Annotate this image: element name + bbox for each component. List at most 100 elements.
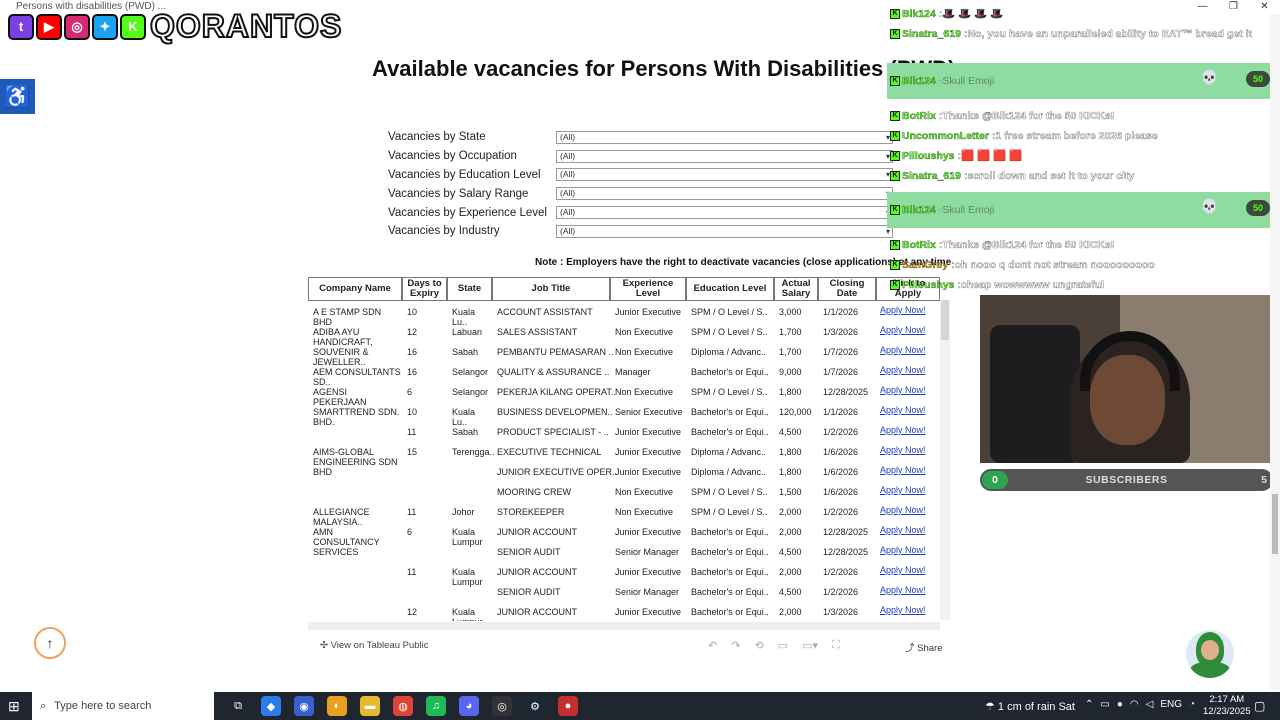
instagram-icon[interactable]: ◎ [64, 13, 90, 40]
chat-username[interactable]: Pilloushys [902, 149, 955, 161]
apply-now-link[interactable]: Apply Now! [880, 405, 926, 415]
table-cell-salary: 1,800 [779, 447, 802, 457]
chat-username[interactable]: Pilloushys [902, 278, 955, 290]
industry-select[interactable]: (All) ▾ [556, 224, 893, 238]
column-header[interactable]: Actual Salary [774, 277, 818, 301]
taskbar-clock[interactable]: 2:17 AM 12/23/2025 [1203, 694, 1251, 718]
discord-icon[interactable]: ◕ [459, 696, 479, 716]
twitch-icon[interactable]: t [8, 13, 34, 40]
column-header[interactable]: Job Title [492, 277, 610, 301]
table-horizontal-scrollbar[interactable] [308, 622, 940, 630]
chat-username[interactable]: SamGrey [902, 258, 948, 270]
steam-icon[interactable]: ⚙ [525, 696, 545, 716]
chat-username[interactable]: Sinatra_619 [902, 27, 961, 39]
education-select[interactable]: (All) ▾ [556, 168, 893, 182]
share-button[interactable]: ⤴ Share [905, 640, 943, 654]
spotify-icon[interactable]: ♫ [426, 696, 446, 716]
scrollbar-thumb[interactable] [941, 300, 949, 340]
pause-icon[interactable]: ▭ [778, 639, 788, 652]
filter-experience: Vacancies by Experience Level (All)▾ [388, 203, 893, 222]
table-cell-date: 1/7/2026 [823, 347, 859, 357]
table-cell-date: 1/6/2026 [823, 487, 859, 497]
page-scrollbar[interactable] [1270, 14, 1280, 690]
apply-now-link[interactable]: Apply Now! [880, 505, 926, 515]
battery-icon[interactable]: ▭ [1100, 699, 1109, 710]
apply-now-link[interactable]: Apply Now! [880, 445, 926, 455]
chrome-icon[interactable]: ◐ [327, 696, 347, 716]
apply-now-link[interactable]: Apply Now! [880, 345, 926, 355]
notification-icon[interactable]: ▢ [1254, 699, 1265, 713]
table-cell-edu: Bachelor's or Equi.. [691, 367, 769, 377]
device-layout-icon[interactable]: ▭▾ [802, 639, 818, 652]
weather-widget[interactable]: ☂ 1 cm of rain Sat [985, 700, 1075, 713]
taskbar-search[interactable]: ⌕ Type here to search [32, 692, 214, 720]
mic-icon[interactable]: ● [1117, 699, 1123, 710]
table-cell-exp: Junior Executive [615, 427, 682, 437]
apply-now-link[interactable]: Apply Now! [880, 565, 926, 575]
table-cell-edu: Bachelor's or Equi.. [691, 427, 769, 437]
apply-now-link[interactable]: Apply Now! [880, 485, 926, 495]
revert-icon[interactable]: ⟲ [754, 639, 763, 652]
table-cell-company: AIMS-GLOBAL ENGINEERING SDN BHD [313, 447, 398, 477]
salary-select[interactable]: (All)▾ [556, 187, 893, 201]
kick-icon[interactable]: K [120, 13, 146, 40]
apply-now-link[interactable]: Apply Now! [880, 465, 926, 475]
apply-now-link[interactable]: Apply Now! [880, 365, 926, 375]
chat-username[interactable]: Blk124 [902, 7, 936, 19]
table-cell-job: STOREKEEPER [497, 507, 565, 517]
column-header[interactable]: State [447, 277, 492, 301]
filter-label: Vacancies by State [388, 131, 486, 144]
language-indicator[interactable]: ENG [1160, 699, 1182, 710]
file-explorer-icon[interactable]: ▬ [360, 696, 380, 716]
apply-now-link[interactable]: Apply Now! [880, 585, 926, 595]
chat-username[interactable]: Blk124 [902, 75, 936, 87]
accessibility-button[interactable]: ♿ [0, 79, 35, 114]
page-scrollbar-thumb[interactable] [1272, 494, 1278, 554]
state-select[interactable]: (All) ▾ [556, 130, 893, 144]
table-cell-date: 1/3/2026 [823, 327, 859, 337]
assistant-avatar[interactable] [1186, 630, 1234, 678]
twitter-icon[interactable]: ✦ [92, 13, 118, 40]
view-on-tableau-link[interactable]: ✣ View on Tableau Public [320, 640, 429, 651]
chrome-icon[interactable]: ◍ [393, 696, 413, 716]
task-view-icon[interactable]: ⧉ [228, 696, 248, 716]
chat-username[interactable]: Blk124 [902, 204, 936, 216]
app-icon[interactable]: ◉ [294, 696, 314, 716]
column-header[interactable]: Company Name [308, 277, 402, 301]
chat-username[interactable]: BotRix [902, 238, 936, 250]
apply-now-link[interactable]: Apply Now! [880, 305, 926, 315]
table-vertical-scrollbar[interactable] [940, 300, 950, 620]
obs-icon[interactable]: ◎ [492, 696, 512, 716]
redo-icon[interactable]: ↷ [731, 639, 740, 652]
apply-now-link[interactable]: Apply Now! [880, 325, 926, 335]
chat-text: Skull Emoji [942, 75, 995, 87]
occupation-select[interactable]: (All) ▾ [556, 149, 893, 163]
chat-username[interactable]: Sinatra_619 [902, 169, 961, 181]
copilot-icon[interactable]: ◆ [261, 696, 281, 716]
apply-now-link[interactable]: Apply Now! [880, 385, 926, 395]
fullscreen-icon[interactable]: ⛶ [832, 639, 840, 652]
network-icon[interactable]: ◠ [1130, 699, 1139, 710]
chat-username[interactable]: BotRix [902, 109, 936, 121]
apply-now-link[interactable]: Apply Now! [880, 525, 926, 535]
record-icon[interactable]: ● [558, 696, 578, 716]
windows-start-icon[interactable]: ⊞ [8, 698, 20, 715]
column-header[interactable]: Education Level [686, 277, 774, 301]
wifi-icon[interactable]: ◔ [1189, 699, 1195, 710]
column-header[interactable]: Days to Expiry [402, 277, 447, 301]
apply-now-link[interactable]: Apply Now! [880, 605, 926, 615]
chevron-up-icon[interactable]: ⌃ [1085, 699, 1093, 710]
column-header[interactable]: Experience Level [610, 277, 686, 301]
apply-now-link[interactable]: Apply Now! [880, 425, 926, 435]
filter-label: Vacancies by Experience Level [388, 206, 547, 219]
scroll-to-top-button[interactable]: ↑ [34, 627, 66, 659]
chat-username[interactable]: UncommonLetter [902, 129, 989, 141]
undo-icon[interactable]: ↶ [708, 639, 717, 652]
experience-select[interactable]: (All)▾ [556, 206, 893, 220]
apply-now-link[interactable]: Apply Now! [880, 545, 926, 555]
share-icon: ⤴ [905, 643, 918, 654]
column-header[interactable]: Closing Date [818, 277, 876, 301]
table-cell-days: 11 [407, 507, 417, 517]
volume-icon[interactable]: ◁ [1146, 699, 1154, 710]
youtube-icon[interactable]: ▶ [36, 13, 62, 40]
